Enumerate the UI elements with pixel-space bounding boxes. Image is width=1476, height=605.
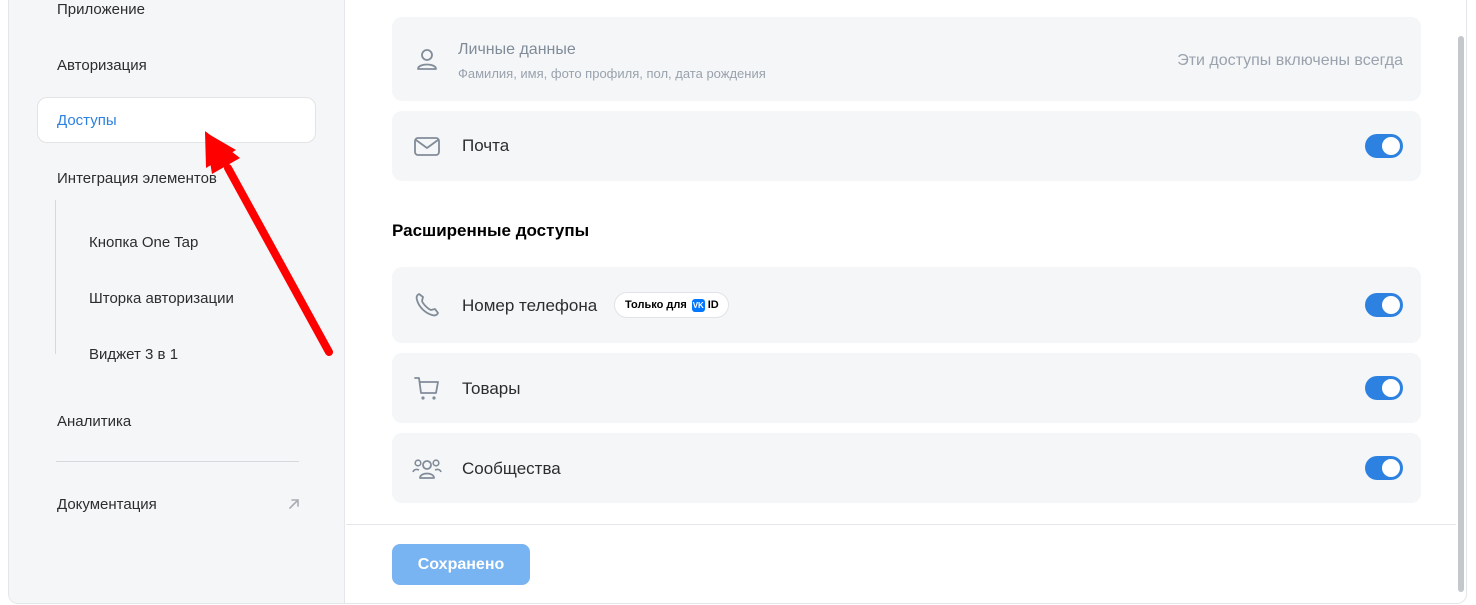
sidebar-item-label: Авторизация — [57, 56, 147, 74]
sidebar-item-docs[interactable]: Документация — [57, 495, 157, 515]
communities-toggle[interactable] — [1365, 456, 1403, 480]
save-button[interactable]: Сохранено — [392, 544, 530, 585]
communities-label: Сообщества — [462, 459, 561, 478]
goods-card: Товары — [392, 353, 1421, 423]
communities-card: Сообщества — [392, 433, 1421, 503]
mail-toggle[interactable] — [1365, 134, 1403, 158]
footer-divider — [346, 524, 1456, 525]
sidebar-item-label: Доступы — [57, 111, 117, 129]
user-icon — [417, 49, 437, 70]
phone-label: Номер телефона — [462, 296, 598, 315]
vk-logo-icon: VK — [691, 298, 705, 312]
app-window: Приложение Авторизация Доступы Интеграци… — [8, 0, 1467, 604]
sidebar-divider — [56, 461, 299, 462]
goods-toggle[interactable] — [1365, 376, 1403, 400]
cart-icon — [414, 377, 439, 400]
sidebar-item-label: Интеграция элементов — [57, 169, 217, 187]
badge-suffix: ID — [707, 299, 719, 311]
sidebar-subitem-auth-sheet[interactable]: Шторка авторизации — [89, 289, 234, 309]
sidebar-subitem-widget[interactable]: Виджет 3 в 1 — [89, 345, 178, 365]
phone-toggle[interactable] — [1365, 293, 1403, 317]
main-content: Личные данные Фамилия, имя, фото профиля… — [346, 0, 1456, 603]
phone-icon — [415, 293, 439, 317]
sidebar: Приложение Авторизация Доступы Интеграци… — [9, 0, 345, 603]
sidebar-item-label: Приложение — [57, 0, 145, 18]
phone-card: Номер телефона Только для VK ID — [392, 267, 1421, 343]
mail-card: Почта — [392, 111, 1421, 181]
vk-id-only-badge: Только для VK ID — [614, 292, 729, 318]
mail-icon — [414, 137, 440, 156]
sidebar-subitem-onetap[interactable]: Кнопка One Tap — [89, 233, 198, 253]
personal-data-title: Личные данные — [458, 41, 576, 58]
personal-data-card: Личные данные Фамилия, имя, фото профиля… — [392, 17, 1421, 101]
extended-access-title: Расширенные доступы — [392, 221, 590, 240]
sidebar-item-app[interactable]: Приложение — [37, 0, 316, 32]
sidebar-item-analytics[interactable]: Аналитика — [37, 398, 316, 444]
badge-text: Только для — [625, 299, 687, 311]
external-link-icon[interactable] — [287, 497, 301, 511]
always-on-note: Эти доступы включены всегда — [1177, 52, 1403, 69]
submenu-tree-line — [55, 200, 56, 354]
mail-label: Почта — [462, 136, 510, 155]
sidebar-item-integration[interactable]: Интеграция элементов — [37, 155, 316, 201]
scrollbar-thumb[interactable] — [1458, 36, 1464, 592]
sidebar-item-label: Аналитика — [57, 412, 132, 430]
sidebar-item-access[interactable]: Доступы — [37, 97, 316, 143]
goods-label: Товары — [462, 379, 521, 398]
sidebar-item-auth[interactable]: Авторизация — [37, 42, 316, 88]
users-group-icon — [412, 459, 442, 479]
personal-data-subtitle: Фамилия, имя, фото профиля, пол, дата ро… — [458, 66, 766, 81]
